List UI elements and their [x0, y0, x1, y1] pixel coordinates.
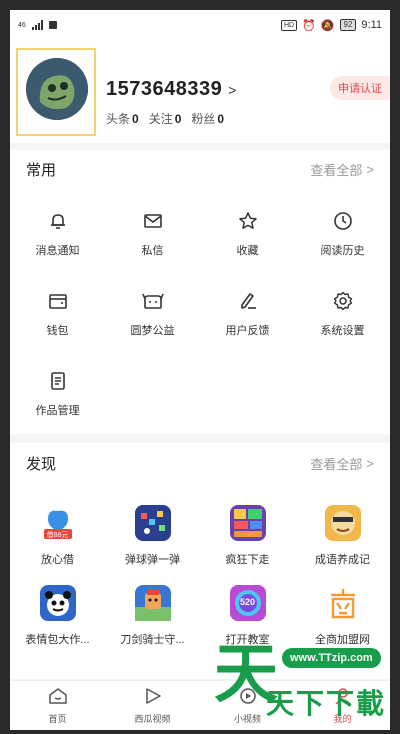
- loan-badge: 借88元: [46, 532, 69, 539]
- battery-icon: 92: [339, 19, 357, 31]
- loan-app-icon: 借88元: [39, 505, 76, 541]
- discover-title: 发现: [26, 455, 57, 473]
- chevron-right-icon: >: [366, 161, 374, 177]
- grid-item-charity[interactable]: 圆梦公益: [105, 268, 200, 348]
- common-header: 常用 查看全部 >: [10, 150, 390, 188]
- profile-header: 1573648339 > 头条 0 关注 0 粉丝 0 申请认证: [10, 40, 390, 143]
- discover-header: 发现 查看全部 >: [10, 443, 390, 483]
- avatar-frame[interactable]: [16, 48, 96, 136]
- star-icon: [237, 210, 259, 232]
- carrier-label: 46: [18, 21, 26, 29]
- app-item-meme[interactable]: 表情包大作...: [10, 575, 105, 667]
- crazy-down-game-icon: [229, 505, 266, 541]
- grid-item-wallet[interactable]: 钱包: [10, 268, 105, 348]
- app-item-idiom[interactable]: 成语养成记: [295, 483, 390, 575]
- meme-app-icon: [39, 585, 76, 621]
- common-title: 常用: [26, 161, 57, 179]
- grid-item-favorites[interactable]: 收藏: [200, 188, 295, 268]
- time-label: 9:11: [361, 19, 382, 31]
- common-section: 常用 查看全部 > 消息通知 私信 收藏 阅读历史 钱包 圆梦公益 用户反馈 系…: [10, 150, 390, 434]
- username-row[interactable]: 1573648339 >: [106, 78, 236, 101]
- username[interactable]: 1573648339: [106, 78, 222, 101]
- chevron-right-icon[interactable]: >: [228, 82, 236, 98]
- apply-verification-button[interactable]: 申请认证: [330, 76, 390, 100]
- classroom-badge: 520: [239, 597, 256, 607]
- notification-icon: [48, 21, 57, 29]
- stat-toutiao[interactable]: 头条 0: [106, 110, 139, 127]
- idiom-game-icon: [324, 505, 361, 541]
- pinball-game-icon: [134, 505, 171, 541]
- clock-icon: [332, 210, 354, 232]
- watermark-url: www.TTzip.com: [282, 648, 381, 668]
- mail-icon: [142, 210, 164, 232]
- wallet-icon: [47, 290, 69, 312]
- home-icon: [48, 687, 68, 710]
- profile-stats: 头条 0 关注 0 粉丝 0: [106, 110, 224, 127]
- chevron-right-icon: >: [366, 455, 374, 471]
- signal-icon: [31, 20, 43, 30]
- grid-item-private-message[interactable]: 私信: [105, 188, 200, 268]
- app-item-loan[interactable]: 借88元 放心借: [10, 483, 105, 575]
- franchise-app-icon: [324, 585, 361, 621]
- stat-following[interactable]: 关注 0: [149, 110, 182, 127]
- avatar[interactable]: [26, 58, 88, 120]
- stat-followers[interactable]: 粉丝 0: [191, 110, 224, 127]
- common-grid: 消息通知 私信 收藏 阅读历史 钱包 圆梦公益 用户反馈 系统设置 作品管理: [10, 188, 390, 428]
- phone-screen: 46 HD ⏰ 🔕 92 9:11 1573648339 > 头条 0 关注 0…: [10, 10, 390, 730]
- video-play-icon: [143, 687, 163, 710]
- tab-xigua-video[interactable]: 西瓜视频: [105, 681, 200, 730]
- status-bar: 46 HD ⏰ 🔕 92 9:11: [10, 10, 390, 40]
- watermark: 天 www.TTzip.com 天下下載: [206, 640, 390, 730]
- grid-item-reading-history[interactable]: 阅读历史: [295, 188, 390, 268]
- grid-item-messages[interactable]: 消息通知: [10, 188, 105, 268]
- grid-item-settings[interactable]: 系统设置: [295, 268, 390, 348]
- mute-icon: 🔕: [320, 19, 335, 32]
- grid-item-works-management[interactable]: 作品管理: [10, 348, 105, 428]
- app-item-crazy-down[interactable]: 疯狂下走: [200, 483, 295, 575]
- app-item-knight[interactable]: 刀剑骑士守...: [105, 575, 200, 667]
- common-view-all-button[interactable]: 查看全部 >: [310, 160, 374, 179]
- gear-icon: [332, 290, 354, 312]
- grid-item-feedback[interactable]: 用户反馈: [200, 268, 295, 348]
- document-icon: [47, 370, 69, 392]
- discover-view-all-button[interactable]: 查看全部 >: [310, 454, 374, 473]
- classroom-app-icon: 520: [229, 585, 266, 621]
- hd-icon: HD: [280, 19, 298, 31]
- watermark-text: 天下下載: [266, 688, 387, 719]
- alarm-icon: ⏰: [302, 19, 316, 32]
- bell-icon: [47, 210, 69, 232]
- tab-home[interactable]: 首页: [10, 681, 105, 730]
- feedback-icon: [237, 290, 259, 312]
- knight-game-icon: [134, 585, 171, 621]
- charity-icon: [141, 290, 164, 312]
- app-item-pinball[interactable]: 弹球弹一弹: [105, 483, 200, 575]
